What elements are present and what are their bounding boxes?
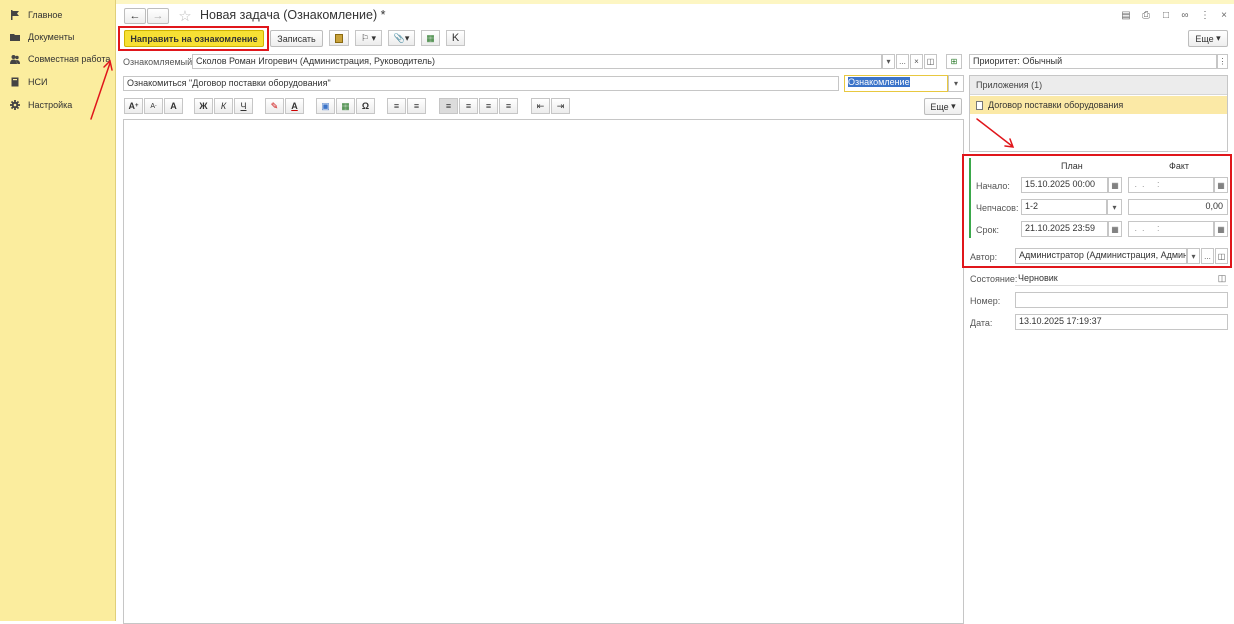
recipient-label: Ознакомляемый:	[123, 57, 195, 67]
gear-icon	[10, 100, 20, 110]
bullet-list-icon[interactable]: ≡	[387, 98, 406, 114]
document-file-icon	[976, 100, 983, 110]
save-button[interactable]: Записать	[270, 30, 323, 47]
insert-picture-icon[interactable]: ▦	[336, 98, 355, 114]
state-label: Состояние:	[970, 274, 1018, 284]
print-icon[interactable]: ⎙	[1140, 9, 1152, 21]
numbered-list-icon[interactable]: ≡	[407, 98, 426, 114]
increase-font-icon[interactable]: A +	[124, 98, 143, 114]
link-icon[interactable]: ∞	[1179, 9, 1191, 21]
document-icon[interactable]: □	[1160, 9, 1172, 21]
attachments-header: Приложения (1)	[970, 76, 1227, 95]
flag-icon	[11, 10, 19, 20]
forward-button[interactable]: →	[147, 8, 169, 24]
recipient-input[interactable]: Сколов Роман Игоревич (Администрация, Ру…	[192, 54, 882, 69]
book-icon	[11, 77, 19, 87]
sidebar-item-main[interactable]: Главное	[10, 7, 62, 23]
indent-icon[interactable]: ⇥	[551, 98, 570, 114]
align-center-icon[interactable]: ≡	[459, 98, 478, 114]
editor-more-button[interactable]: Еще ▾	[924, 98, 962, 115]
highlight-frame-send	[118, 26, 269, 51]
attachments-panel: Приложения (1) Договор поставки оборудов…	[969, 75, 1228, 152]
highlight-color-icon[interactable]: ✎	[265, 98, 284, 114]
open-icon[interactable]: ◫	[1216, 272, 1228, 284]
priority-menu-icon[interactable]: ⋮	[1217, 54, 1228, 69]
folder-icon	[10, 34, 20, 41]
sidebar-item-collaboration[interactable]: Совместная работа	[10, 51, 110, 67]
italic-button[interactable]: К	[214, 98, 233, 114]
sidebar-item-label: Совместная работа	[28, 54, 111, 64]
sidebar-item-label: Настройка	[28, 100, 73, 110]
underline-button[interactable]: Ч	[234, 98, 253, 114]
open-icon[interactable]: ◫	[924, 54, 937, 69]
task-type-input[interactable]: Ознакомление	[844, 75, 948, 92]
font-icon[interactable]: A	[164, 98, 183, 114]
back-button[interactable]: ←	[124, 8, 146, 24]
align-justify-icon[interactable]: ≡	[499, 98, 518, 114]
clear-icon[interactable]: ×	[910, 54, 923, 69]
sidebar-item-documents[interactable]: Документы	[10, 29, 74, 45]
outdent-icon[interactable]: ⇤	[531, 98, 550, 114]
sidebar-item-label: Главное	[28, 10, 63, 20]
date-input[interactable]: 13.10.2025 17:19:37	[1015, 314, 1228, 330]
arrow-right-icon: →	[152, 10, 164, 22]
menu-more-icon[interactable]: ⋮	[1199, 9, 1211, 21]
dropdown-arrow-icon[interactable]: ▾	[882, 54, 895, 69]
sidebar-item-settings[interactable]: Настройка	[10, 97, 72, 113]
sidebar-item-nsi[interactable]: НСИ	[10, 74, 47, 90]
align-right-icon[interactable]: ≡	[479, 98, 498, 114]
sidebar-item-label: Документы	[28, 32, 75, 42]
save-icon[interactable]: ▤	[1120, 9, 1132, 21]
date-label: Дата:	[970, 318, 993, 328]
insert-image-icon[interactable]: ▣	[316, 98, 335, 114]
align-left-icon[interactable]: ≡	[439, 98, 458, 114]
structure-icon[interactable]: ▦	[421, 30, 440, 46]
bold-button[interactable]: Ж	[194, 98, 213, 114]
favorite-star-icon[interactable]: ☆	[177, 7, 193, 25]
number-input[interactable]	[1015, 292, 1228, 308]
people-icon	[10, 55, 20, 64]
subject-input[interactable]: Ознакомиться "Договор поставки оборудова…	[123, 76, 839, 91]
add-recipient-icon[interactable]: ⊞	[946, 54, 962, 69]
page-title: Новая задача (Ознакомление) *	[200, 8, 386, 22]
task-icon[interactable]	[329, 30, 349, 46]
k-button[interactable]: K	[446, 30, 465, 46]
paperclip-icon: 📎▾	[393, 32, 410, 43]
description-editor[interactable]	[123, 119, 964, 624]
text-color-icon[interactable]: A	[285, 98, 304, 114]
sidebar-item-label: НСИ	[28, 77, 48, 87]
special-char-icon[interactable]: Ω	[356, 98, 375, 114]
priority-field[interactable]: Приоритет: Обычный	[969, 54, 1217, 69]
more-button[interactable]: Еще ▾	[1188, 30, 1228, 47]
number-label: Номер:	[970, 296, 1001, 306]
task-type-dropdown-icon[interactable]: ▾	[948, 75, 964, 92]
arrow-left-icon: ←	[129, 10, 141, 22]
decrease-font-icon[interactable]: A-	[144, 98, 163, 114]
flag-dropdown-button[interactable]: ⚐ ▾	[355, 30, 382, 46]
flag-outline-icon: ⚐ ▾	[360, 32, 377, 43]
sidebar: Главное Документы Совместная работа НСИ …	[0, 0, 116, 621]
attach-dropdown-button[interactable]: 📎▾	[388, 30, 415, 46]
attachment-item[interactable]: Договор поставки оборудования	[970, 96, 1227, 114]
state-value: Черновик	[1015, 271, 1228, 286]
select-ellipsis-button[interactable]: ...	[896, 54, 909, 69]
close-icon[interactable]: ×	[1218, 9, 1230, 21]
top-strip	[116, 0, 1234, 4]
highlight-frame-schedule	[962, 154, 1232, 268]
